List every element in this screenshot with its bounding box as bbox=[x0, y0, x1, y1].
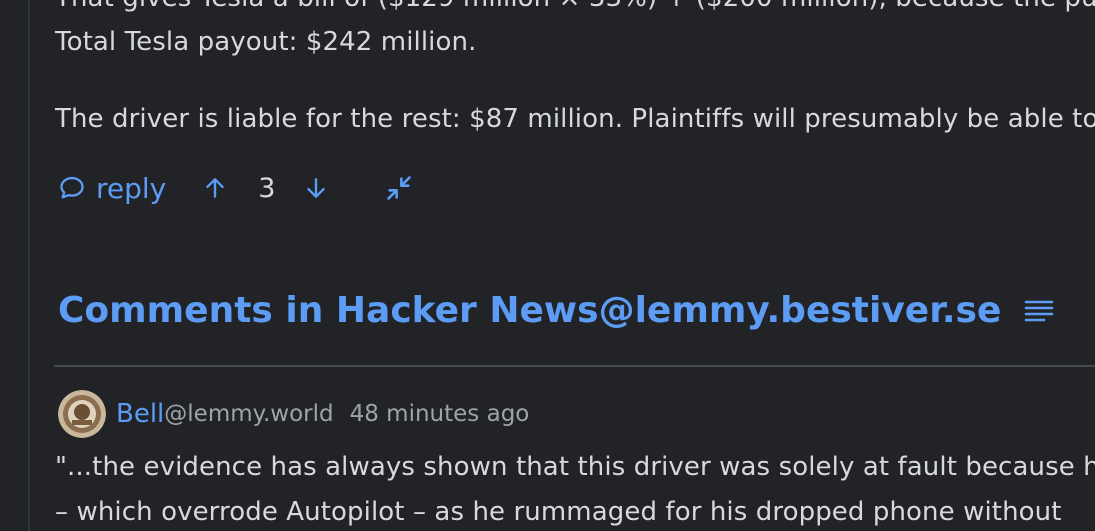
post-text-line: The driver is liable for the rest: $87 m… bbox=[55, 104, 1095, 134]
comments-section-heading: Comments in Hacker News@lemmy.bestiver.s… bbox=[58, 290, 1055, 331]
reply-button[interactable]: reply bbox=[58, 172, 166, 205]
upvote-button[interactable] bbox=[202, 175, 228, 201]
collapse-button[interactable] bbox=[385, 174, 413, 202]
post-text-line: That gives Tesla a bill of ($129 million… bbox=[55, 0, 1095, 13]
comment-author-instance[interactable]: @lemmy.world bbox=[164, 401, 333, 427]
speech-bubble-icon bbox=[60, 176, 84, 199]
arrow-up-icon bbox=[206, 178, 225, 198]
reply-label: reply bbox=[96, 171, 167, 205]
minimize-arrows-icon bbox=[387, 176, 412, 200]
section-divider bbox=[54, 365, 1095, 367]
comment-text-line: "...the evidence has always shown that t… bbox=[55, 452, 1095, 482]
post-actions-bar: reply 3 bbox=[58, 168, 413, 208]
thread-indent-line bbox=[28, 0, 30, 531]
comment-timestamp[interactable]: 48 minutes ago bbox=[350, 401, 530, 427]
comment-author-name[interactable]: Bell bbox=[116, 399, 164, 429]
arrow-down-icon bbox=[307, 178, 326, 198]
text-lines-icon[interactable] bbox=[1023, 297, 1055, 325]
comment-text-line: – which overrode Autopilot – as he rumma… bbox=[55, 497, 1062, 527]
avatar[interactable] bbox=[58, 390, 106, 438]
comments-heading-link[interactable]: Comments in Hacker News@lemmy.bestiver.s… bbox=[58, 290, 1001, 331]
downvote-button[interactable] bbox=[303, 175, 329, 201]
post-text-line: Total Tesla payout: $242 million. bbox=[55, 27, 477, 57]
vote-score: 3 bbox=[258, 172, 276, 204]
comment-header: Bell @lemmy.world 48 minutes ago bbox=[58, 390, 529, 438]
